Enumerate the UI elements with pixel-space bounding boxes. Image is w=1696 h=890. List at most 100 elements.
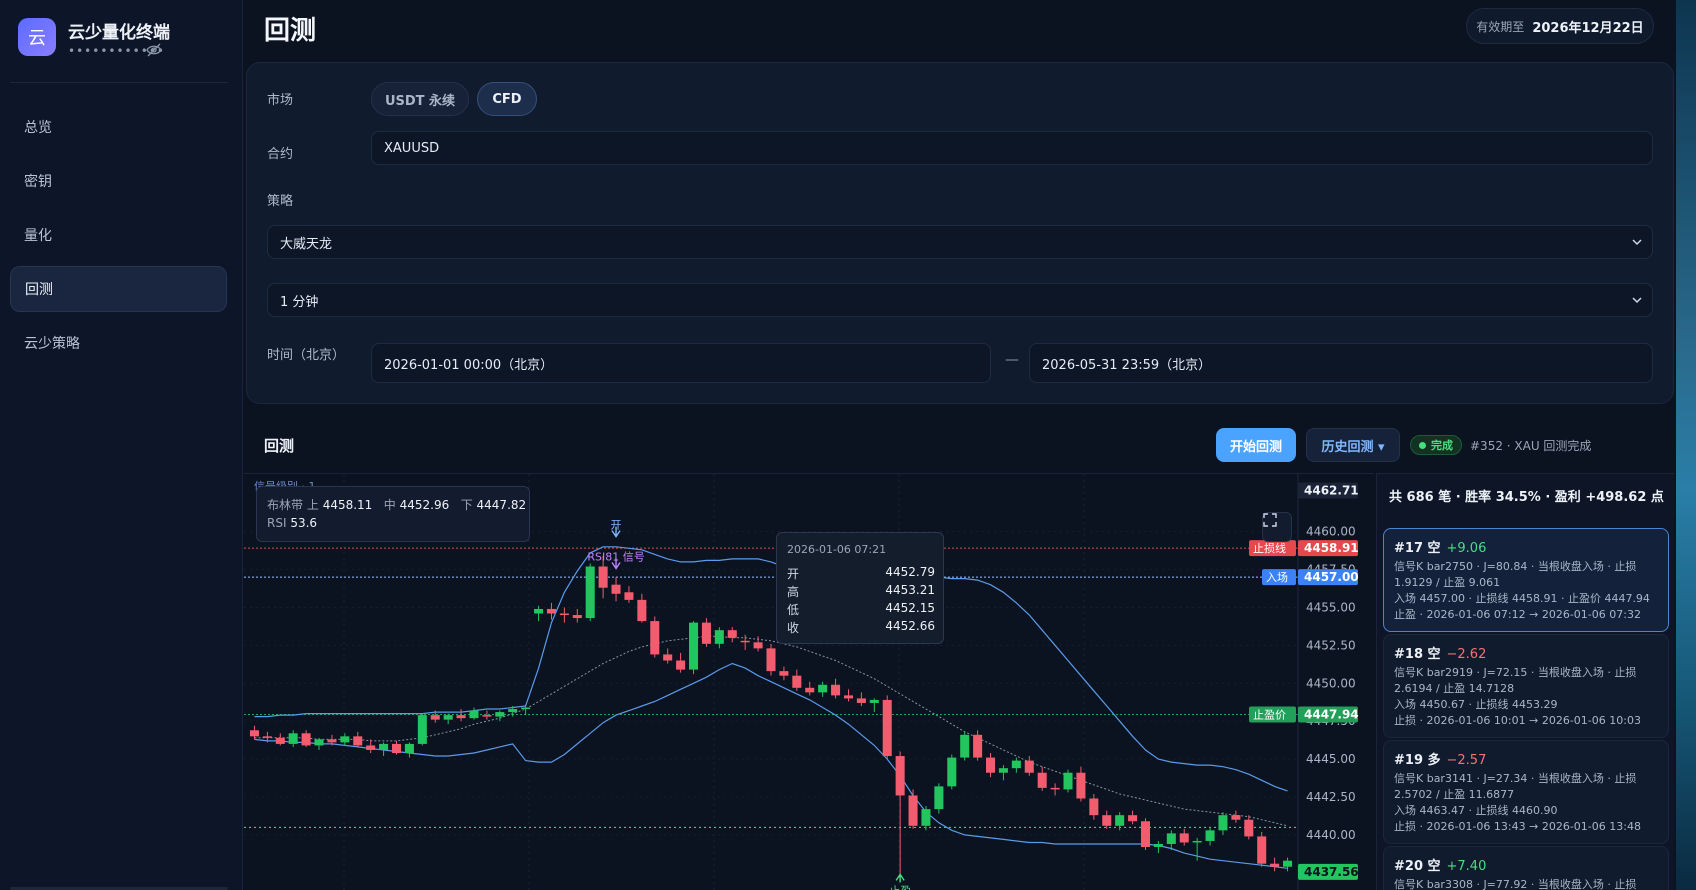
market-label: 市场 bbox=[267, 93, 294, 108]
trade-card[interactable]: #18 空 −2.62 信号K bar2919 · J=72.15 · 当根收盘入… bbox=[1383, 634, 1669, 738]
backtest-section-title: 回测 bbox=[264, 437, 295, 455]
ohlc-low: 低 4452.15 bbox=[787, 601, 935, 617]
boll-label: 布林带 bbox=[267, 498, 304, 512]
price-tag-value: 4447.94 bbox=[1304, 707, 1359, 721]
sidebar-item-quant[interactable]: 量化 bbox=[10, 212, 227, 258]
candle bbox=[1270, 863, 1280, 867]
candle bbox=[1128, 815, 1138, 822]
candle bbox=[1153, 843, 1163, 848]
rsi-value: 53.6 bbox=[290, 516, 318, 530]
time-end-input[interactable]: 2026-05-31 23:59（北京） bbox=[1029, 343, 1653, 383]
candle bbox=[856, 698, 866, 703]
backtest-form: 市场 USDT 永续 CFD 合约 XAUUSD 策略 大威天龙 1 分钟 时间… bbox=[246, 62, 1674, 404]
trade-pnl: +9.06 bbox=[1446, 541, 1487, 556]
trade-card[interactable]: #20 空 +7.40 信号K bar3308 · J=77.92 · 当根收盘入… bbox=[1383, 846, 1669, 890]
trades-panel: 共 686 笔 · 胜率 34.5% · 盈利 +498.62 点 #17 空 +… bbox=[1376, 473, 1674, 890]
sidebar-item-strategies[interactable]: 云少策略 bbox=[10, 320, 227, 366]
candle bbox=[908, 795, 918, 826]
candle bbox=[327, 739, 337, 743]
candle bbox=[1050, 787, 1060, 790]
contract-input[interactable]: XAUUSD bbox=[371, 131, 1653, 165]
trade-detail: 2.6194 / 止盈 14.7128 bbox=[1394, 682, 1515, 695]
trade-title: #18 空 −2.62 bbox=[1394, 647, 1487, 662]
ohlc-high: 高 4453.21 bbox=[787, 583, 935, 599]
time-separator: — bbox=[1005, 352, 1019, 368]
candle bbox=[637, 599, 647, 622]
candle bbox=[559, 613, 569, 616]
candle bbox=[404, 743, 414, 754]
price-tag-label: 入场 bbox=[1266, 570, 1288, 584]
candle bbox=[366, 745, 376, 750]
backtest-status-text: #352 · XAU 回测完成 bbox=[1470, 439, 1592, 453]
candle bbox=[779, 671, 789, 676]
trade-detail: 信号K bar3308 · J=77.92 · 当根收盘入场 · 止损 bbox=[1394, 878, 1637, 890]
sidebar-item-label: 总览 bbox=[24, 120, 52, 136]
strategy-select[interactable]: 大威天龙 bbox=[267, 225, 1653, 259]
candle bbox=[340, 736, 350, 743]
candle bbox=[611, 584, 621, 594]
price-tag-label: 止盈价 bbox=[1253, 708, 1286, 721]
price-tick-label: 4442.50 bbox=[1306, 790, 1356, 804]
ohlc-open: 开 4452.79 bbox=[787, 565, 935, 581]
background-strip bbox=[1676, 0, 1696, 890]
boll-lower-line bbox=[254, 662, 1288, 869]
chevron-down-icon bbox=[1632, 239, 1642, 246]
market-option-cfd[interactable]: CFD bbox=[477, 82, 537, 116]
candle bbox=[843, 695, 854, 699]
trade-detail: 信号K bar2919 · J=72.15 · 当根收盘入场 · 止损 bbox=[1394, 666, 1637, 679]
trade-detail: 1.9129 / 止盈 9.061 bbox=[1394, 576, 1501, 589]
candle bbox=[1179, 833, 1189, 843]
price-tick-label: 4455.00 bbox=[1306, 600, 1356, 614]
sidebar-item-keys[interactable]: 密钥 bbox=[10, 158, 227, 204]
start-backtest-button[interactable]: 开始回测 bbox=[1216, 428, 1296, 462]
trade-card[interactable]: #17 空 +9.06 信号K bar2750 · J=80.84 · 当根收盘入… bbox=[1383, 528, 1669, 632]
candle bbox=[314, 739, 324, 746]
candle bbox=[1192, 840, 1202, 843]
time-start-input[interactable]: 2026-01-01 00:00（北京） bbox=[371, 343, 991, 383]
candle bbox=[973, 734, 983, 758]
candle bbox=[275, 737, 285, 744]
expiry-date: 2026年12月22日 bbox=[1532, 20, 1644, 36]
fullscreen-button[interactable] bbox=[1262, 512, 1292, 542]
sidebar-item-overview[interactable]: 总览 bbox=[10, 104, 227, 150]
trade-detail: 止盈 · 2026-01-06 07:12 → 2026-01-06 07:32 bbox=[1394, 608, 1641, 621]
candle bbox=[521, 707, 531, 710]
price-chart[interactable]: 开RSI81 信号止盈4460.004457.504455.004452.504… bbox=[244, 473, 1374, 890]
candle bbox=[1089, 798, 1099, 816]
candle bbox=[443, 715, 453, 720]
interval-select[interactable]: 1 分钟 bbox=[267, 283, 1653, 317]
sidebar-item-backtest[interactable]: 回测 bbox=[10, 266, 227, 312]
candle bbox=[831, 684, 841, 696]
candle bbox=[1011, 760, 1021, 769]
time-label: 时间（北京） bbox=[267, 348, 346, 363]
status-dot-icon bbox=[1419, 442, 1426, 449]
candle bbox=[508, 709, 518, 713]
candle bbox=[1257, 836, 1267, 864]
trade-detail: 止损 · 2026-01-06 10:01 → 2026-01-06 10:03 bbox=[1394, 714, 1641, 727]
candle bbox=[701, 622, 711, 644]
trade-card[interactable]: #19 多 −2.57 信号K bar3141 · J=27.34 · 当根收盘入… bbox=[1383, 740, 1669, 844]
price-tick-label: 4440.00 bbox=[1306, 828, 1356, 842]
candle bbox=[921, 809, 931, 826]
price-tag-value: 4462.71 bbox=[1304, 484, 1359, 498]
trade-pnl: +7.40 bbox=[1446, 859, 1487, 874]
candle bbox=[727, 630, 737, 638]
candle bbox=[934, 786, 944, 810]
trade-detail: 入场 4450.67 · 止损线 4453.29 bbox=[1394, 698, 1558, 711]
eye-off-icon[interactable] bbox=[146, 43, 162, 57]
brand: 云 云少量化终端 •••••••••••• bbox=[18, 18, 228, 68]
candle bbox=[430, 715, 440, 720]
candle bbox=[598, 566, 608, 588]
fullscreen-icon bbox=[1263, 513, 1277, 527]
expiry-badge: 有效期至 2026年12月22日 bbox=[1466, 8, 1654, 44]
history-backtest-button[interactable]: 历史回测 ▾ bbox=[1306, 428, 1400, 462]
market-option-usdt[interactable]: USDT 永续 bbox=[371, 82, 469, 116]
candle bbox=[1283, 860, 1293, 867]
candle bbox=[262, 736, 272, 738]
trade-detail: 信号K bar2750 · J=80.84 · 当根收盘入场 · 止损 bbox=[1394, 560, 1637, 573]
rsi-readout: RSI 53.6 bbox=[267, 516, 317, 530]
candle bbox=[1231, 815, 1241, 820]
boll-lower-label: 下 bbox=[460, 498, 473, 512]
trades-summary: 共 686 笔 · 胜率 34.5% · 盈利 +498.62 点 bbox=[1389, 490, 1664, 505]
chevron-down-icon bbox=[1632, 297, 1642, 304]
